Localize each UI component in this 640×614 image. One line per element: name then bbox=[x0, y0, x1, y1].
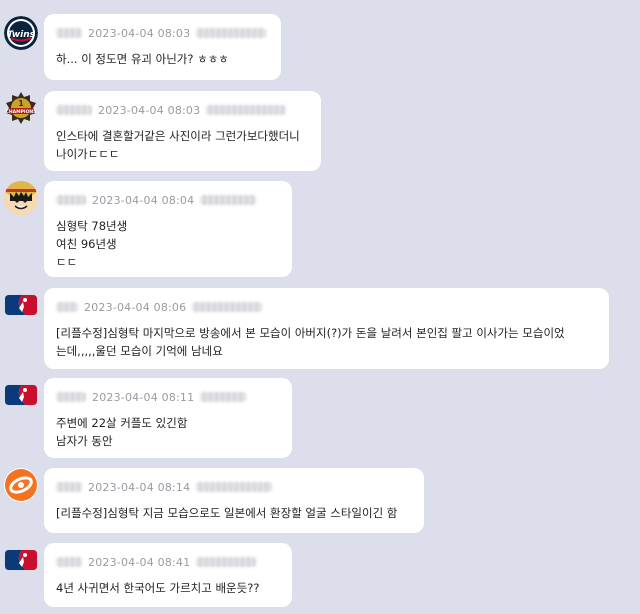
message-meta: 2023-04-04 08:06 bbox=[56, 296, 597, 318]
blurred-user-info bbox=[192, 302, 263, 312]
message-meta: 2023-04-04 08:11 bbox=[56, 386, 280, 408]
chat-bubble: 2023-04-04 08:41 4년 사귀면서 한국어도 가르치고 배운듯?? bbox=[44, 543, 292, 607]
message-meta: 2023-04-04 08:03 bbox=[56, 22, 269, 44]
blurred-user-info bbox=[196, 557, 257, 567]
message-text: [리플수정]심형탁 마지막으로 방송에서 본 모습이 아버지(?)가 돈을 날려… bbox=[56, 326, 565, 358]
blurred-user-info bbox=[200, 195, 257, 205]
chat-bubble: 2023-04-04 08:03 하... 이 정도면 유괴 아닌가? ㅎㅎㅎ bbox=[44, 14, 281, 80]
chat-bubble: 2023-04-04 08:11 주변에 22살 커플도 있긴함 남자가 동안 bbox=[44, 378, 292, 458]
hanwha-logo-icon[interactable] bbox=[4, 468, 38, 502]
message-text: 심형탁 78년생 여친 96년생 ㄷㄷ bbox=[56, 219, 128, 269]
message-text: [리플수정]심형탁 지금 모습으로도 일본에서 환장할 얼굴 스타일이긴 함 bbox=[56, 506, 398, 520]
blurred-user-info bbox=[206, 105, 287, 115]
message-time: 2023-04-04 08:04 bbox=[92, 193, 195, 207]
twins-logo-icon[interactable]: Twins bbox=[4, 16, 38, 50]
chat-bubble: 2023-04-04 08:06 [리플수정]심형탁 마지막으로 방송에서 본 … bbox=[44, 288, 609, 369]
blurred-username bbox=[56, 392, 86, 402]
champions-badge-icon[interactable]: CHAMPIONS 1 bbox=[4, 91, 38, 125]
message-time: 2023-04-04 08:14 bbox=[88, 480, 191, 494]
svg-text:CHAMPIONS: CHAMPIONS bbox=[6, 109, 37, 115]
message-meta: 2023-04-04 08:04 bbox=[56, 189, 280, 211]
message-meta: 2023-04-04 08:14 bbox=[56, 476, 412, 498]
chat-bubble: 2023-04-04 08:14 [리플수정]심형탁 지금 모습으로도 일본에서… bbox=[44, 468, 424, 533]
message-time: 2023-04-04 08:11 bbox=[92, 390, 195, 404]
message-time: 2023-04-04 08:41 bbox=[88, 555, 191, 569]
luffy-avatar-icon[interactable] bbox=[4, 181, 38, 215]
blurred-username bbox=[56, 195, 86, 205]
blurred-username bbox=[56, 557, 82, 567]
message-text: 주변에 22살 커플도 있긴함 남자가 동안 bbox=[56, 416, 188, 448]
message-time: 2023-04-04 08:03 bbox=[88, 26, 191, 40]
message-meta: 2023-04-04 08:03 bbox=[56, 99, 309, 121]
message-text: 하... 이 정도면 유괴 아닌가? ㅎㅎㅎ bbox=[56, 52, 229, 66]
mlb-logo-icon[interactable] bbox=[4, 288, 38, 322]
message-text: 인스타에 결혼할거같은 사진이라 그런가보다했더니 나이가ㄷㄷㄷ bbox=[56, 129, 300, 161]
blurred-user-info bbox=[196, 28, 267, 38]
chat-bubble: 2023-04-04 08:04 심형탁 78년생 여친 96년생 ㄷㄷ bbox=[44, 181, 292, 277]
mlb-logo-icon[interactable] bbox=[4, 543, 38, 577]
svg-text:1: 1 bbox=[18, 99, 24, 108]
blurred-username bbox=[56, 105, 92, 115]
message-time: 2023-04-04 08:06 bbox=[84, 300, 187, 314]
mlb-logo-icon[interactable] bbox=[4, 378, 38, 412]
blurred-user-info bbox=[196, 482, 273, 492]
chat-bubble: 2023-04-04 08:03 인스타에 결혼할거같은 사진이라 그런가보다했… bbox=[44, 91, 321, 171]
blurred-username bbox=[56, 28, 82, 38]
blurred-username bbox=[56, 302, 78, 312]
blurred-user-info bbox=[200, 392, 247, 402]
message-text: 4년 사귀면서 한국어도 가르치고 배운듯?? bbox=[56, 581, 260, 595]
blurred-username bbox=[56, 482, 82, 492]
message-meta: 2023-04-04 08:41 bbox=[56, 551, 280, 573]
message-time: 2023-04-04 08:03 bbox=[98, 103, 201, 117]
